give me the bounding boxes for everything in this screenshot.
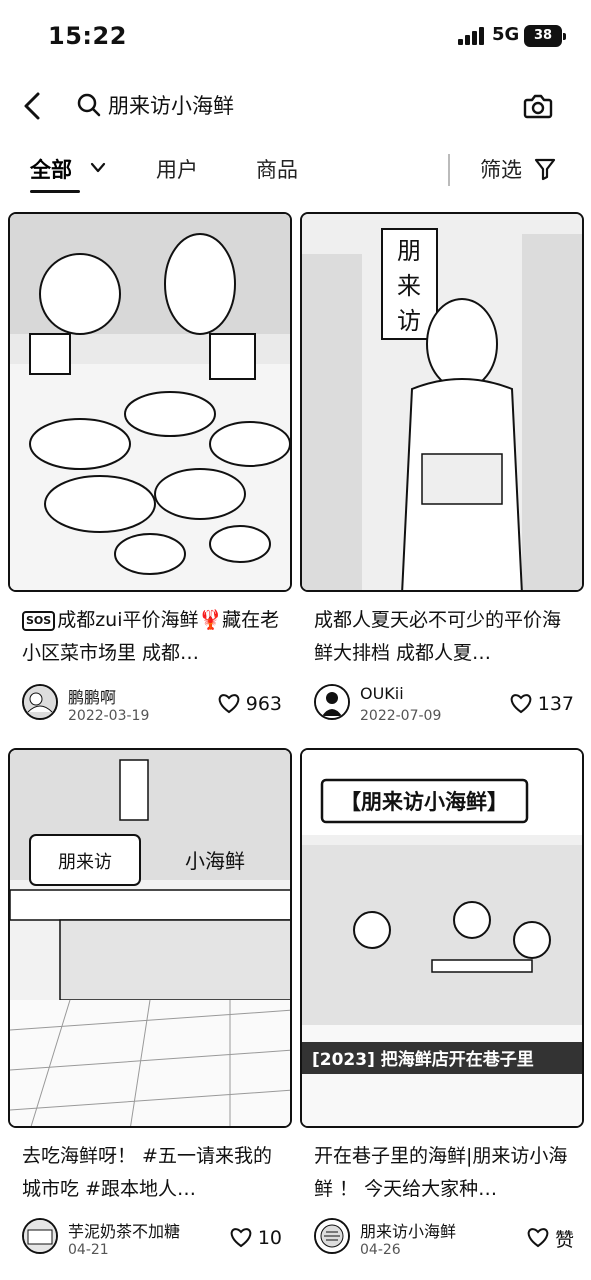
note-title[interactable]: 开在巷子里的海鲜|朋来访小海鲜 ！ 今天给大家种… <box>314 1140 572 1206</box>
banner-text: 【朋来访小海鲜】 <box>340 790 508 814</box>
tab-users[interactable]: 用户 <box>156 154 198 184</box>
author-name[interactable]: 芋泥奶茶不加糖 <box>68 1218 180 1242</box>
heart-icon <box>230 1228 252 1248</box>
like-count: 137 <box>537 693 574 715</box>
search-icon <box>77 93 101 117</box>
search-header: 朋来访小海鲜 <box>0 72 591 138</box>
chevron-down-icon[interactable] <box>90 162 106 174</box>
note-title[interactable]: 去吃海鲜呀！ #五一请来我的城市吃 #跟本地人… <box>22 1140 280 1206</box>
post-date: 2022-03-19 <box>68 708 150 724</box>
tab-all[interactable]: 全部 <box>30 154 72 184</box>
like-count: 10 <box>257 1227 282 1249</box>
note-card[interactable]: 朋来访 小海鲜 去吃海鲜呀！ #五一请来我的城市吃 #跟本地人… 芋泥奶茶不加糖… <box>8 748 292 1268</box>
back-button[interactable] <box>16 88 52 124</box>
search-input[interactable]: 朋来访小海鲜 <box>108 90 234 120</box>
sign-text: 朋来访 <box>58 852 112 873</box>
filter-button[interactable]: 筛选 <box>480 154 522 184</box>
search-tabs: 全部 用户 商品 筛选 <box>0 140 591 200</box>
sign-text: 小海鲜 <box>185 849 245 873</box>
avatar[interactable] <box>22 684 58 720</box>
note-card[interactable]: SOS 成都zui平价海鲜🦞藏在老小区菜市场里 成都… 鹏鹏啊 2022-03-1… <box>8 212 292 732</box>
network-label: 5G <box>492 24 520 45</box>
like-count: 赞 <box>554 1228 574 1251</box>
like-button[interactable]: 赞 <box>527 1224 574 1252</box>
note-title[interactable]: 成都人夏天必不可少的平价海鲜大排档 成都人夏… <box>314 604 572 670</box>
sos-badge: SOS <box>22 611 56 631</box>
back-arrow-icon <box>24 92 40 120</box>
like-button[interactable]: 137 <box>510 690 574 718</box>
note-title[interactable]: SOS 成都zui平价海鲜🦞藏在老小区菜市场里 成都… <box>22 604 280 670</box>
post-date: 2022-07-09 <box>360 708 442 724</box>
note-cover-image[interactable]: 【朋来访小海鲜】 [2023] 把海鲜店开在巷子里 <box>300 748 584 1128</box>
like-count: 963 <box>245 693 282 715</box>
tab-products[interactable]: 商品 <box>256 154 298 184</box>
image-search-button[interactable] <box>520 88 556 124</box>
note-card[interactable]: 【朋来访小海鲜】 [2023] 把海鲜店开在巷子里 开在巷子里的海鲜|朋来访小海… <box>300 748 584 1268</box>
like-button[interactable]: 963 <box>218 690 282 718</box>
post-date: 04-26 <box>360 1242 401 1258</box>
status-bar: 15:22 5G 38 <box>0 0 591 72</box>
like-button[interactable]: 10 <box>230 1224 282 1252</box>
sign-char: 访 <box>397 307 421 335</box>
camera-icon <box>523 94 553 119</box>
heart-icon <box>218 694 240 714</box>
heart-icon <box>510 694 532 714</box>
status-time: 15:22 <box>48 22 127 50</box>
author-name[interactable]: 鹏鹏啊 <box>68 684 116 708</box>
author-name[interactable]: 朋来访小海鲜 <box>360 1218 456 1242</box>
note-cover-image[interactable] <box>8 212 292 592</box>
tab-divider <box>448 154 450 186</box>
filter-icon[interactable] <box>534 157 556 181</box>
caption-text: [2023] 把海鲜店开在巷子里 <box>312 1049 534 1070</box>
author-name[interactable]: OUKii <box>360 684 404 703</box>
post-date: 04-21 <box>68 1242 109 1258</box>
heart-icon <box>527 1228 549 1248</box>
sign-char: 来 <box>397 272 421 300</box>
tab-active-indicator <box>30 190 80 193</box>
avatar[interactable] <box>22 1218 58 1254</box>
avatar[interactable] <box>314 684 350 720</box>
signal-icon <box>458 27 486 45</box>
battery-icon: 38 <box>524 25 566 47</box>
avatar[interactable] <box>314 1218 350 1254</box>
note-cover-image[interactable]: 朋来访 小海鲜 <box>8 748 292 1128</box>
note-cover-image[interactable]: 朋 来 访 <box>300 212 584 592</box>
sign-char: 朋 <box>397 237 421 265</box>
note-card[interactable]: 朋 来 访 成都人夏天必不可少的平价海鲜大排档 成都人夏… OUKii 2022… <box>300 212 584 732</box>
